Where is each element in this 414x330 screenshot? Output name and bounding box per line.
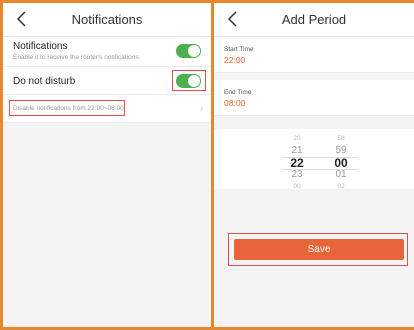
hour-selected: 22 — [290, 156, 304, 170]
picker-divider — [282, 169, 358, 170]
end-time-value: 08:00 — [224, 98, 246, 108]
back-arrow-icon[interactable] — [13, 9, 31, 29]
hour-option: 20 — [293, 135, 301, 142]
minute-option: 02 — [337, 183, 345, 190]
notifications-screen: Notifications Notifications Enable it to… — [0, 0, 214, 330]
notifications-sublabel: Enable it to receive the router's notifi… — [13, 54, 141, 61]
dnd-row: Do not disturb — [3, 67, 211, 95]
schedule-row[interactable]: Disable notifications from 22:00~08:00 › — [3, 95, 211, 123]
minute-option: 01 — [335, 169, 347, 180]
notifications-toggle[interactable] — [176, 44, 201, 58]
start-time-label: Start Time — [224, 46, 254, 53]
end-time-row[interactable]: End Time 08:00 — [214, 80, 414, 116]
hour-option: 00 — [293, 183, 301, 190]
notifications-header: Notifications — [3, 3, 211, 37]
toggle-knob — [188, 45, 200, 57]
hour-wheel[interactable]: 20 21 22 23 00 — [282, 133, 312, 193]
minute-selected: 00 — [334, 156, 348, 170]
hour-option: 23 — [291, 169, 303, 180]
minute-option: 58 — [337, 135, 345, 142]
dnd-toggle-highlight — [172, 70, 206, 91]
chevron-right-icon: › — [200, 103, 203, 113]
page-title: Add Period — [281, 12, 347, 27]
add-period-header: Add Period — [214, 3, 414, 37]
end-time-label: End Time — [224, 89, 252, 96]
schedule-highlight — [9, 100, 125, 116]
start-time-row[interactable]: Start Time 22:00 — [214, 37, 414, 73]
notifications-row: Notifications Enable it to receive the r… — [3, 37, 211, 67]
page-title: Notifications — [71, 12, 143, 27]
time-picker[interactable]: 20 21 22 23 00 58 59 00 01 02 — [214, 129, 414, 190]
start-time-value: 22:00 — [224, 55, 246, 65]
add-period-screen: Add Period Start Time 22:00 End Time 08:… — [214, 0, 414, 330]
save-highlight — [228, 233, 408, 266]
back-arrow-icon[interactable] — [224, 9, 242, 29]
minute-wheel[interactable]: 58 59 00 01 02 — [326, 133, 356, 193]
notifications-label: Notifications — [13, 41, 68, 52]
picker-divider — [282, 157, 358, 158]
